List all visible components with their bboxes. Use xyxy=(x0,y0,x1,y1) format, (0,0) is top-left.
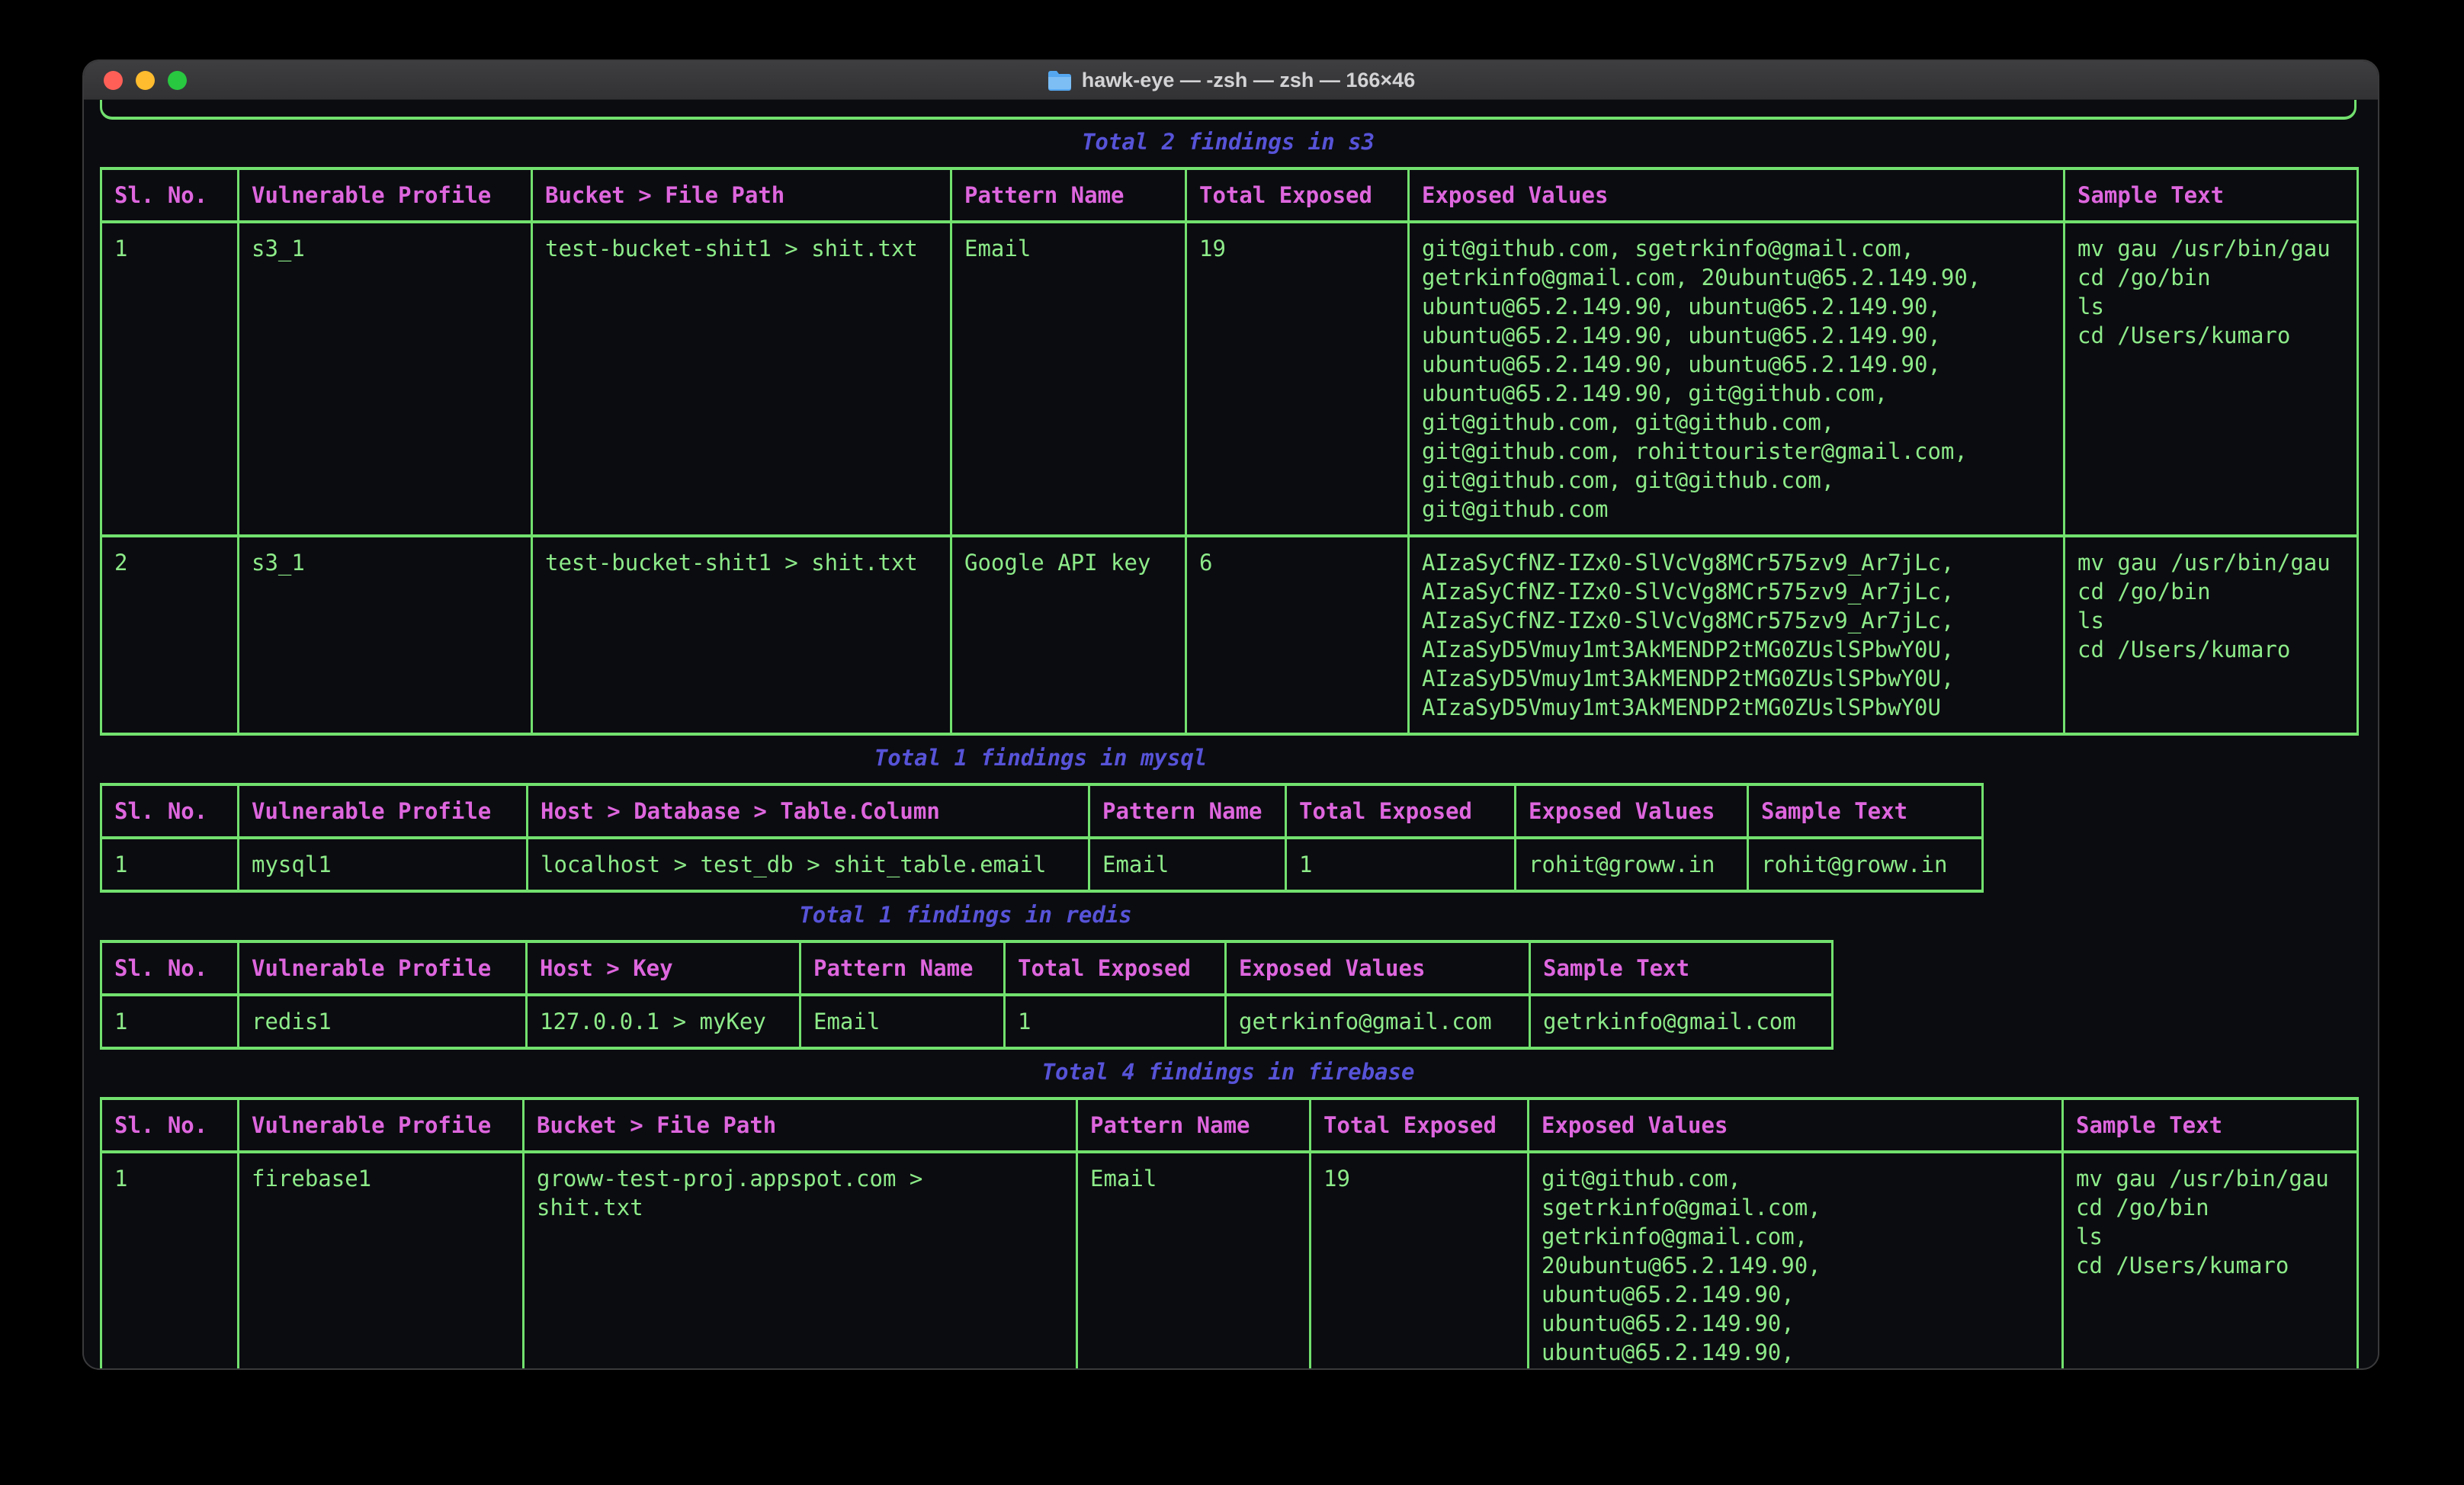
header-total-exposed: Total Exposed xyxy=(1311,1099,1529,1152)
terminal-output[interactable]: Total 2 findings in s3 Sl. No. Vulnerabl… xyxy=(84,100,2378,1368)
previous-table-bottom-border xyxy=(100,100,2357,120)
cell-bucket-file-path: test-bucket-shit1 > shit.txt xyxy=(532,536,951,734)
table-header-row: Sl. No. Vulnerable Profile Host > Databa… xyxy=(101,784,1983,838)
cell-total-exposed: 1 xyxy=(1286,838,1516,891)
header-vulnerable-profile: Vulnerable Profile xyxy=(239,941,527,995)
header-sl-no: Sl. No. xyxy=(101,1099,239,1152)
header-sl-no: Sl. No. xyxy=(101,168,239,222)
minimize-button[interactable] xyxy=(136,71,155,90)
cell-sl-no: 1 xyxy=(101,1152,239,1368)
close-button[interactable] xyxy=(104,71,123,90)
cell-exposed-values: git@github.com, sgetrkinfo@gmail.com, ge… xyxy=(1409,222,2065,536)
findings-table-firebase: Sl. No. Vulnerable Profile Bucket > File… xyxy=(100,1097,2359,1368)
table-row: 1 redis1 127.0.0.1 > myKey Email 1 getrk… xyxy=(101,995,1833,1048)
section-title-mysql: Total 1 findings in mysql xyxy=(100,743,1981,772)
header-pattern-name: Pattern Name xyxy=(1077,1099,1311,1152)
header-sample-text: Sample Text xyxy=(2065,168,2358,222)
header-sl-no: Sl. No. xyxy=(101,784,239,838)
header-total-exposed: Total Exposed xyxy=(1005,941,1226,995)
zoom-button[interactable] xyxy=(168,71,187,90)
header-sl-no: Sl. No. xyxy=(101,941,239,995)
cell-exposed-values: getrkinfo@gmail.com xyxy=(1226,995,1530,1048)
cell-vulnerable-profile: s3_1 xyxy=(239,222,532,536)
header-vulnerable-profile: Vulnerable Profile xyxy=(239,784,528,838)
cell-host-key: 127.0.0.1 > myKey xyxy=(527,995,800,1048)
cell-sample-text: mv gau /usr/bin/gau cd /go/bin ls cd /Us… xyxy=(2065,536,2358,734)
terminal-window: hawk-eye — -zsh — zsh — 166×46 Total 2 f… xyxy=(82,59,2379,1370)
window-titlebar[interactable]: hawk-eye — -zsh — zsh — 166×46 xyxy=(84,61,2378,100)
header-pattern-name: Pattern Name xyxy=(951,168,1186,222)
cell-total-exposed: 19 xyxy=(1311,1152,1529,1368)
cell-vulnerable-profile: s3_1 xyxy=(239,536,532,734)
window-title-text: hawk-eye — -zsh — zsh — 166×46 xyxy=(1082,69,1415,92)
cell-vulnerable-profile: mysql1 xyxy=(239,838,528,891)
cell-pattern-name: Email xyxy=(951,222,1186,536)
table-header-row: Sl. No. Vulnerable Profile Bucket > File… xyxy=(101,168,2358,222)
table-row: 1 s3_1 test-bucket-shit1 > shit.txt Emai… xyxy=(101,222,2358,536)
cell-pattern-name: Google API key xyxy=(951,536,1186,734)
cell-exposed-values: git@github.com, sgetrkinfo@gmail.com, ge… xyxy=(1529,1152,2063,1368)
table-row: 1 firebase1 groww-test-proj.appspot.com … xyxy=(101,1152,2358,1368)
cell-vulnerable-profile: firebase1 xyxy=(239,1152,524,1368)
cell-host-database-column: localhost > test_db > shit_table.email xyxy=(528,838,1089,891)
header-sample-text: Sample Text xyxy=(1748,784,1983,838)
table-row: 1 mysql1 localhost > test_db > shit_tabl… xyxy=(101,838,1983,891)
header-host-key: Host > Key xyxy=(527,941,800,995)
cell-total-exposed: 19 xyxy=(1186,222,1409,536)
cell-sample-text: mv gau /usr/bin/gau cd /go/bin ls cd /Us… xyxy=(2065,222,2358,536)
header-exposed-values: Exposed Values xyxy=(1516,784,1748,838)
header-bucket-file-path: Bucket > File Path xyxy=(532,168,951,222)
cell-vulnerable-profile: redis1 xyxy=(239,995,527,1048)
header-vulnerable-profile: Vulnerable Profile xyxy=(239,168,532,222)
cell-exposed-values: AIzaSyCfNZ-IZx0-SlVcVg8MCr575zv9_Ar7jLc,… xyxy=(1409,536,2065,734)
cell-pattern-name: Email xyxy=(800,995,1005,1048)
header-sample-text: Sample Text xyxy=(2063,1099,2358,1152)
window-title: hawk-eye — -zsh — zsh — 166×46 xyxy=(1047,69,1415,92)
header-total-exposed: Total Exposed xyxy=(1286,784,1516,838)
cell-pattern-name: Email xyxy=(1089,838,1286,891)
header-host-database-column: Host > Database > Table.Column xyxy=(528,784,1089,838)
cell-exposed-values: rohit@groww.in xyxy=(1516,838,1748,891)
folder-icon xyxy=(1047,69,1073,91)
findings-table-redis: Sl. No. Vulnerable Profile Host > Key Pa… xyxy=(100,940,1834,1050)
cell-total-exposed: 1 xyxy=(1005,995,1226,1048)
header-pattern-name: Pattern Name xyxy=(1089,784,1286,838)
cell-sample-text: mv gau /usr/bin/gau cd /go/bin ls cd /Us… xyxy=(2063,1152,2358,1368)
header-sample-text: Sample Text xyxy=(1530,941,1833,995)
table-row: 2 s3_1 test-bucket-shit1 > shit.txt Goog… xyxy=(101,536,2358,734)
table-header-row: Sl. No. Vulnerable Profile Bucket > File… xyxy=(101,1099,2358,1152)
header-exposed-values: Exposed Values xyxy=(1226,941,1530,995)
cell-bucket-file-path: groww-test-proj.appspot.com > shit.txt xyxy=(524,1152,1077,1368)
header-exposed-values: Exposed Values xyxy=(1409,168,2065,222)
cell-sl-no: 1 xyxy=(101,838,239,891)
section-title-redis: Total 1 findings in redis xyxy=(100,900,1831,929)
findings-table-mysql: Sl. No. Vulnerable Profile Host > Databa… xyxy=(100,783,1984,893)
cell-total-exposed: 6 xyxy=(1186,536,1409,734)
findings-table-s3: Sl. No. Vulnerable Profile Bucket > File… xyxy=(100,167,2359,736)
cell-pattern-name: Email xyxy=(1077,1152,1311,1368)
table-header-row: Sl. No. Vulnerable Profile Host > Key Pa… xyxy=(101,941,1833,995)
cell-sample-text: getrkinfo@gmail.com xyxy=(1530,995,1833,1048)
header-bucket-file-path: Bucket > File Path xyxy=(524,1099,1077,1152)
header-vulnerable-profile: Vulnerable Profile xyxy=(239,1099,524,1152)
cell-bucket-file-path: test-bucket-shit1 > shit.txt xyxy=(532,222,951,536)
cell-sl-no: 2 xyxy=(101,536,239,734)
header-total-exposed: Total Exposed xyxy=(1186,168,1409,222)
section-title-s3: Total 2 findings in s3 xyxy=(100,127,2357,156)
header-pattern-name: Pattern Name xyxy=(800,941,1005,995)
section-title-firebase: Total 4 findings in firebase xyxy=(100,1057,2357,1086)
window-controls xyxy=(104,61,187,99)
header-exposed-values: Exposed Values xyxy=(1529,1099,2063,1152)
cell-sample-text: rohit@groww.in xyxy=(1748,838,1983,891)
cell-sl-no: 1 xyxy=(101,995,239,1048)
cell-sl-no: 1 xyxy=(101,222,239,536)
